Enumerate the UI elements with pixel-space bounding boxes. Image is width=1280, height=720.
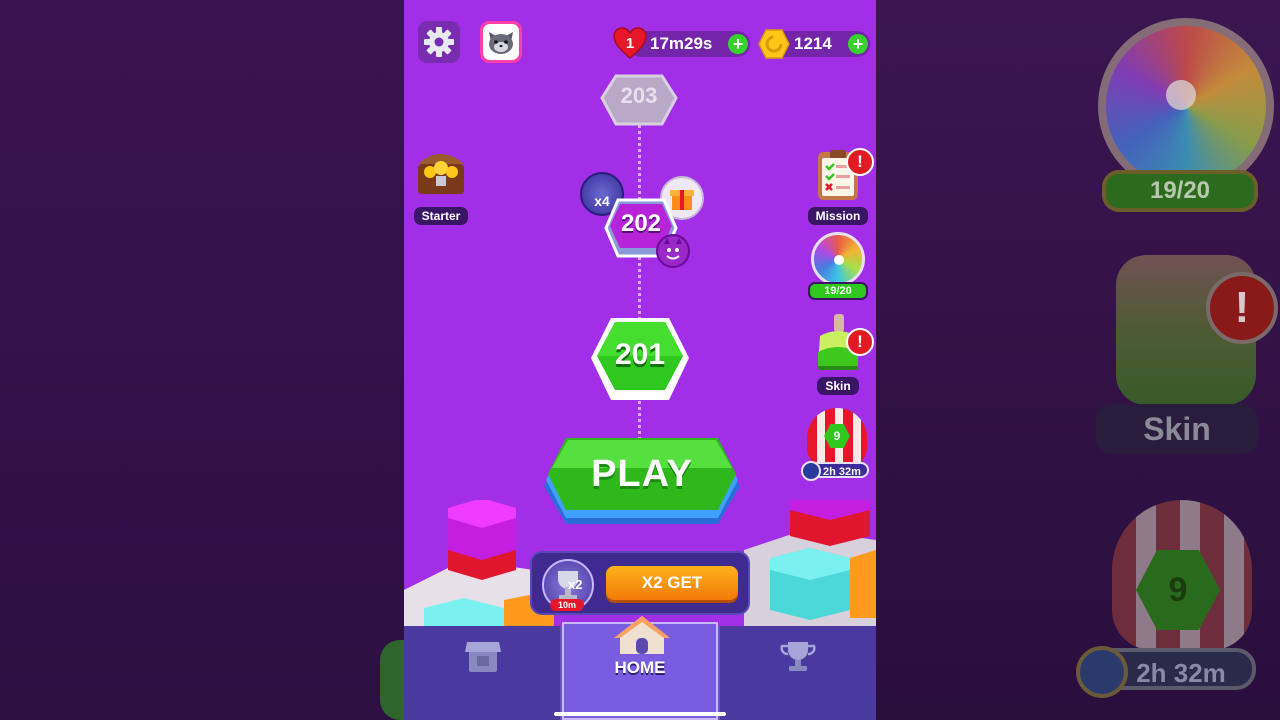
mission-label: Mission [807,207,869,225]
tab-home-label: HOME [614,658,666,677]
wheel-progress-bar: 19/20 [808,282,868,300]
level-number-201: 201 [614,338,666,371]
play-button[interactable]: PLAY [544,438,740,524]
bottom-navigation: HOME [404,616,876,720]
settings-button[interactable] [418,21,460,63]
zoom-balloon-level: 9 [1168,571,1188,609]
wheel-center [834,255,844,265]
skin-label: Skin [817,377,859,395]
heart-icon: 1 [613,27,647,59]
zoom-wheel-center [1166,80,1196,110]
profile-avatar-button[interactable] [480,21,522,63]
lives-counter: 1 17m29s + [613,27,750,59]
tab-shop[interactable] [404,626,562,720]
zoom-alert-text: ! [1234,283,1250,332]
zoom-skin-label: Skin [1096,404,1258,454]
lucky-wheel-button[interactable]: 19/20 [806,232,870,300]
skin-alert-badge: ! [846,328,874,356]
cat-face-icon [489,32,513,54]
x2-get-button[interactable]: X2 GET [606,566,738,600]
trophy-boost-icon: x2 10m [542,559,594,611]
tab-leaderboard[interactable] [718,626,876,720]
avatar [483,24,519,60]
coins-amount: 1214 [794,34,832,53]
lives-timer: 17m29s [650,34,713,53]
lives-count: 1 [626,35,634,52]
boost-multiplier: x2 [568,577,583,592]
balloon-timer: 2h 32m [801,461,869,481]
tab-home[interactable]: HOME [562,616,718,720]
play-button-label: PLAY [591,453,693,495]
zoom-wheel-progress: 19/20 [1102,170,1258,212]
add-coins-button[interactable]: + [848,34,868,54]
zoom-clock-icon [1076,646,1128,698]
mission-button[interactable]: ! Mission [806,146,874,225]
zoom-wheel-progress-text: 19/20 [1149,177,1211,204]
clock-icon [801,461,821,481]
wheel-icon [811,232,865,286]
background-right-zoom: 19/20 ! Skin 9 2h 32m [876,0,1280,720]
starter-pack-button[interactable]: Starter [410,140,472,225]
wheel-progress-text: 19/20 [824,285,852,297]
add-lives-button[interactable]: + [728,34,748,54]
zoom-skin-label-text: Skin [1143,411,1211,447]
double-trophy-offer: x2 10m X2 GET [530,551,750,615]
level-node-201-current[interactable]: 201 [589,314,691,404]
shop-icon [465,642,501,672]
gear-icon [424,27,454,57]
level-node-203: 203 [600,72,678,128]
zoom-alert-badge: ! [1206,272,1278,344]
level-number-202: 202 [620,210,662,237]
balloon-level: 9 [833,429,841,443]
coin-icon [758,29,790,59]
coins-counter: 1214 + [758,29,870,59]
mission-alert-badge: ! [846,148,874,176]
balloon-hex: 9 [824,424,850,448]
devil-icon [656,234,690,268]
house-icon [614,616,670,654]
home-indicator[interactable] [554,712,726,716]
skin-button[interactable]: ! Skin [806,312,874,395]
level-number-203: 203 [620,83,658,108]
boost-timer: 10m [550,599,584,611]
background-left [0,0,440,720]
game-screen: 1 17m29s + 1214 + 203 x4 202 201 Starter… [404,0,876,720]
starter-label: Starter [413,207,469,225]
balloon-icon: 9 [807,408,867,468]
balloon-timer-text: 2h 32m [823,466,861,478]
treasure-chest-icon [418,154,464,194]
trophy-icon [780,642,816,671]
balloon-event-button[interactable]: 9 2h 32m [801,408,872,481]
